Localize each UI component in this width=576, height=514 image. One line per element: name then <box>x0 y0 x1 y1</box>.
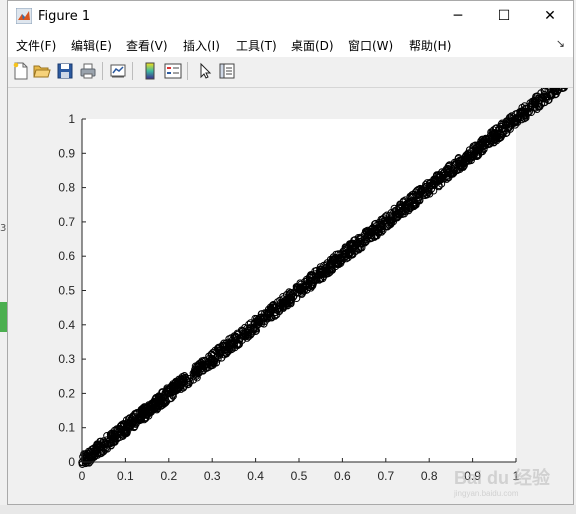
toolbar <box>8 57 573 88</box>
background-taskbar-strip <box>0 505 576 514</box>
y-tick-label: 0.2 <box>58 386 75 400</box>
x-tick-label: 0.1 <box>117 469 134 483</box>
toolbar-separator <box>132 62 133 80</box>
y-tick-label: 0.3 <box>58 352 75 366</box>
menu-window[interactable]: 窗口(W) <box>348 37 393 54</box>
x-tick-label: 0.8 <box>421 469 438 483</box>
maximize-icon: ☐ <box>497 8 511 24</box>
x-tick-label: 0.6 <box>334 469 351 483</box>
menu-desktop[interactable]: 桌面(D) <box>291 37 334 54</box>
menu-edit[interactable]: 编辑(E) <box>71 37 112 54</box>
pointer-icon[interactable] <box>196 62 214 80</box>
menu-help[interactable]: 帮助(H) <box>409 37 451 54</box>
x-tick-label: 0.5 <box>291 469 308 483</box>
y-tick-label: 0.7 <box>58 215 75 229</box>
minimize-button[interactable]: ─ <box>435 1 481 31</box>
dock-arrow-icon[interactable]: ↘ <box>556 37 565 50</box>
watermark-subtext: jingyan.baidu.com <box>453 489 519 498</box>
y-tick-label: 0.8 <box>58 181 75 195</box>
link-plot-icon[interactable] <box>109 62 127 80</box>
matlab-app-icon <box>16 8 32 24</box>
close-button[interactable]: ✕ <box>527 1 573 31</box>
open-file-icon[interactable] <box>33 62 51 80</box>
y-tick-label: 0.1 <box>58 421 75 435</box>
x-tick-label: 0.4 <box>247 469 264 483</box>
menu-insert[interactable]: 插入(I) <box>183 37 220 54</box>
figure-window: Figure 1 ─ ☐ ✕ 文件(F) 编辑(E) 查看(V) 插入(I) 工… <box>7 0 574 505</box>
property-editor-icon[interactable] <box>218 62 236 80</box>
x-tick-label: 0.7 <box>377 469 394 483</box>
background-app-fragment: 3 <box>0 223 7 234</box>
menu-file[interactable]: 文件(F) <box>16 37 56 54</box>
window-title: Figure 1 <box>38 9 91 24</box>
y-tick-label: 0.9 <box>58 146 75 160</box>
toolbar-separator <box>187 62 188 80</box>
y-tick-label: 0.4 <box>58 318 75 332</box>
figure-canvas[interactable]: 0 0.1 0.2 0.3 0.4 0.5 0.6 0.7 0.8 0.9 1 0 0.1 0.2 0.3… <box>8 88 573 504</box>
scatter-plot[interactable]: 0 0.1 0.2 0.3 0.4 0.5 0.6 0.7 0.8 0.9 1 0 0.1 0.2 0.3… <box>8 88 573 505</box>
menu-view[interactable]: 查看(V) <box>126 37 168 54</box>
close-icon: ✕ <box>544 8 556 24</box>
menu-tools[interactable]: 工具(T) <box>236 37 277 54</box>
watermark-text: Bai du 经验 <box>454 467 551 488</box>
menu-bar: 文件(F) 编辑(E) 查看(V) 插入(I) 工具(T) 桌面(D) 窗口(W… <box>8 33 573 57</box>
background-app-green-tab <box>0 302 7 332</box>
x-tick-label: 0 <box>79 469 86 483</box>
x-tick-label: 0.3 <box>204 469 221 483</box>
insert-legend-icon[interactable] <box>164 62 182 80</box>
maximize-button[interactable]: ☐ <box>481 1 527 31</box>
minimize-icon: ─ <box>453 8 463 24</box>
watermark: Bai du 经验 jingyan.baidu.com <box>453 467 551 498</box>
new-figure-icon[interactable] <box>12 62 30 80</box>
y-tick-label: 1 <box>68 112 75 126</box>
toolbar-separator <box>102 62 103 80</box>
x-tick-label: 0.2 <box>160 469 177 483</box>
print-icon[interactable] <box>79 62 97 80</box>
title-bar[interactable]: Figure 1 ─ ☐ ✕ <box>8 1 573 33</box>
y-tick-label: 0.6 <box>58 249 75 263</box>
insert-colorbar-icon[interactable] <box>141 62 159 80</box>
y-tick-label: 0.5 <box>58 284 75 298</box>
y-tick-label: 0 <box>68 455 75 469</box>
save-icon[interactable] <box>56 62 74 80</box>
